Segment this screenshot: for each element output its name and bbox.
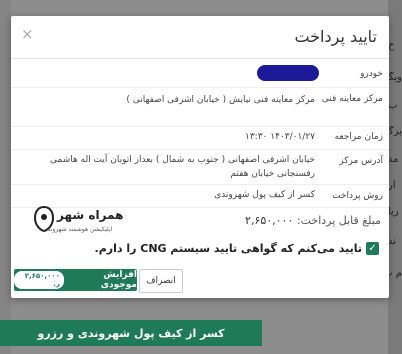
balance-badge: ۲,۶۵۰,۰۰۰ ر. [14, 271, 64, 289]
address-value: خیابان اشرفی اصفهانی ( جنوب به شمال ) بع… [50, 155, 315, 179]
amount-label: مبلغ قابل پرداخت: [296, 214, 381, 227]
detail-row-center: مرکز معاینه فنی مرکز معاینه فنی نیایش ( … [11, 88, 389, 127]
bg-right-label: م ت [388, 268, 402, 279]
payable-amount: مبلغ قابل پرداخت: ۲,۶۵۰,۰۰۰ [245, 214, 381, 227]
increase-balance-button[interactable]: افزایش موجودی ۲,۶۵۰,۰۰۰ ر. [14, 269, 137, 291]
vehicle-label: خودرو [360, 69, 383, 79]
cng-confirm-row[interactable]: ✓ تایید می‌کنم که گواهی تایید سیستم CNG … [95, 242, 379, 255]
cng-confirm-text: تایید می‌کنم که گواهی تایید سیستم CNG را… [94, 242, 362, 255]
cng-confirm-checkbox[interactable]: ✓ [366, 242, 379, 255]
time-value: ۱۴۰۳/۰۱/۲۷ ۱۳:۳۰ [245, 132, 315, 142]
payment-method-value: کسر از کیف پول شهروندی [214, 190, 315, 200]
modal-header: تایید پرداخت × [11, 16, 389, 59]
background-left-strip [0, 0, 11, 354]
detail-row-time: زمان مراجعه ۱۴۰۳/۰۱/۲۷ ۱۳:۳۰ [11, 127, 389, 150]
bg-right-label: ند [388, 236, 397, 247]
modal-title: تایید پرداخت [294, 27, 377, 46]
logo-name: همراه شهر [57, 208, 124, 222]
reserve-wallet-button[interactable]: کسر از کیف پول شهروندی و رزرو [0, 320, 262, 346]
detail-row-payment-method: روش پرداخت کسر از کیف پول شهروندی [11, 185, 389, 208]
redacted-plate [257, 65, 319, 81]
center-label: مرکز معاینه فنی [321, 94, 383, 104]
amount-value: ۲,۶۵۰,۰۰۰ [245, 214, 294, 227]
time-label: زمان مراجعه [334, 132, 383, 142]
logo-tagline: اپلیکیشن هوشمند شهروندی [43, 226, 113, 233]
bg-right-label: ب [388, 100, 398, 111]
bg-right-label: خ [388, 40, 395, 51]
payment-confirm-modal: تایید پرداخت × خودرو مرکز معاینه فنی مرک… [11, 16, 389, 298]
cancel-button[interactable]: انصراف [139, 269, 183, 293]
detail-row-address: آدرس مرکز خیابان اشرفی اصفهانی ( جنوب به… [11, 150, 389, 185]
address-label: آدرس مرکز [339, 156, 383, 166]
detail-row-vehicle: خودرو [11, 61, 389, 88]
payment-method-label: روش پرداخت [332, 191, 383, 201]
bg-right-label: ویگی [388, 72, 402, 83]
background-right-strip [388, 0, 402, 354]
close-icon[interactable]: × [21, 25, 34, 43]
increase-balance-label: افزایش موجودی [100, 270, 137, 290]
bg-right-label: برگ [388, 126, 402, 137]
bg-right-label: ار [388, 180, 396, 191]
bg-right-label: مد [388, 154, 399, 165]
center-value: مرکز معاینه فنی نیایش ( خیابان اشرفی اصف… [126, 95, 315, 105]
hamrah-shahr-logo: همراه شهر اپلیکیشن هوشمند شهروندی [33, 206, 135, 242]
bg-right-label: ریا [388, 206, 399, 217]
